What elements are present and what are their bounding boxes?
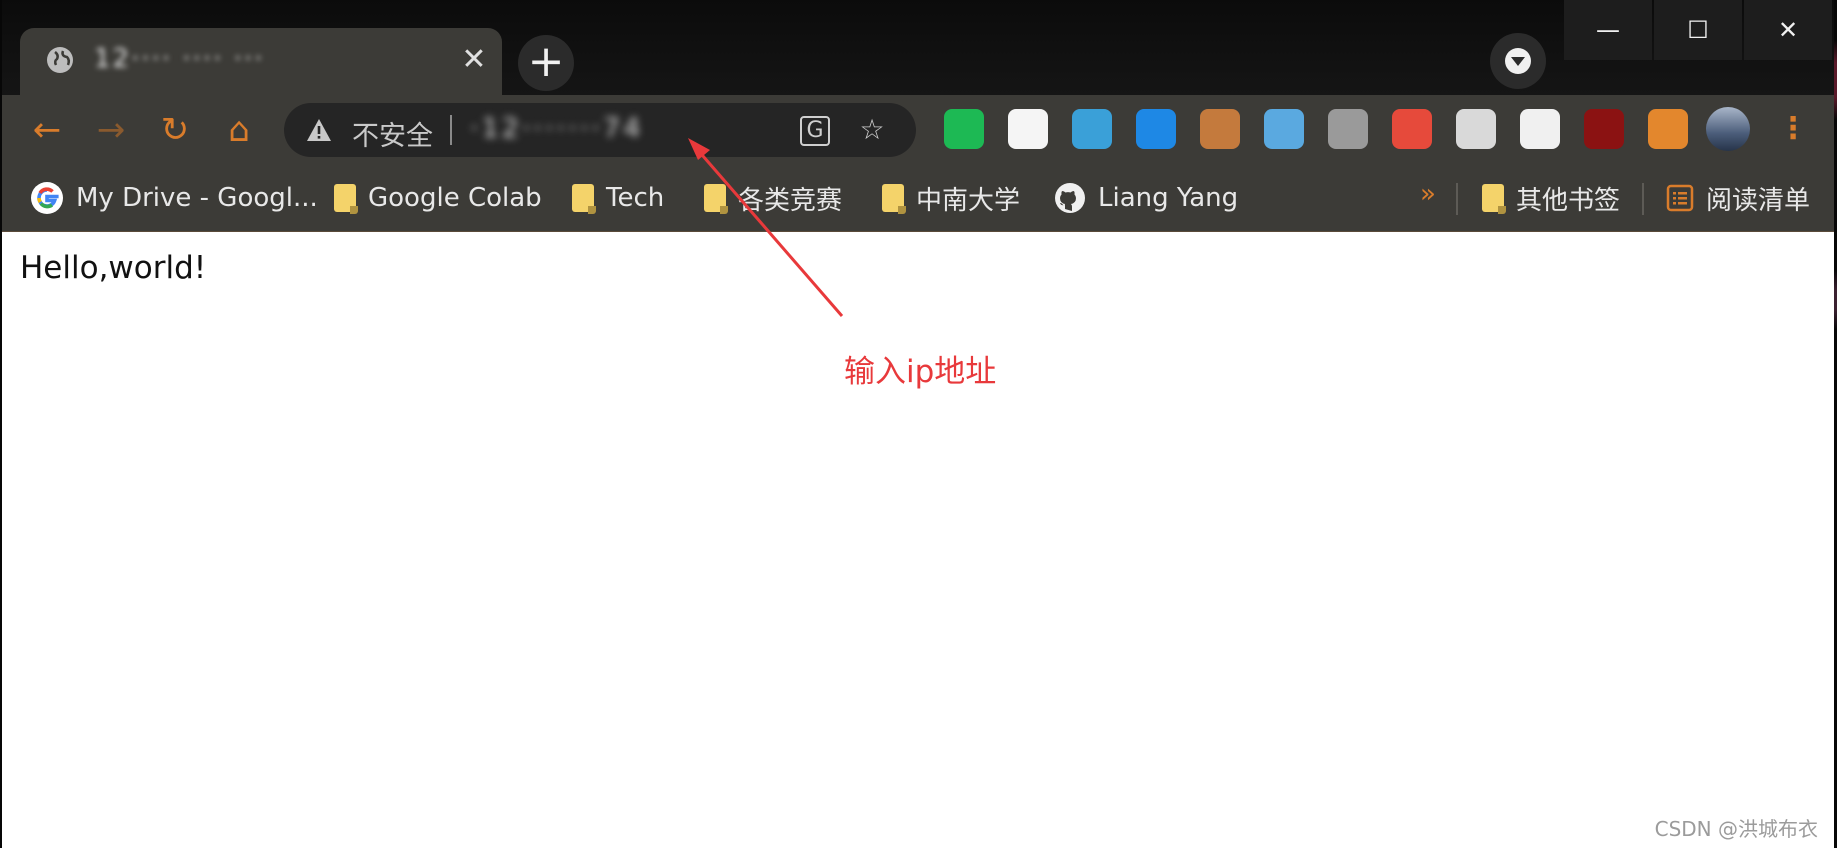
annotation-arrow bbox=[688, 138, 844, 317]
browser-window: 12···· ···· ··· ✕ + — ☐ ✕ ← → ↻ ⌂ 不安全 ·1… bbox=[2, 0, 1834, 848]
